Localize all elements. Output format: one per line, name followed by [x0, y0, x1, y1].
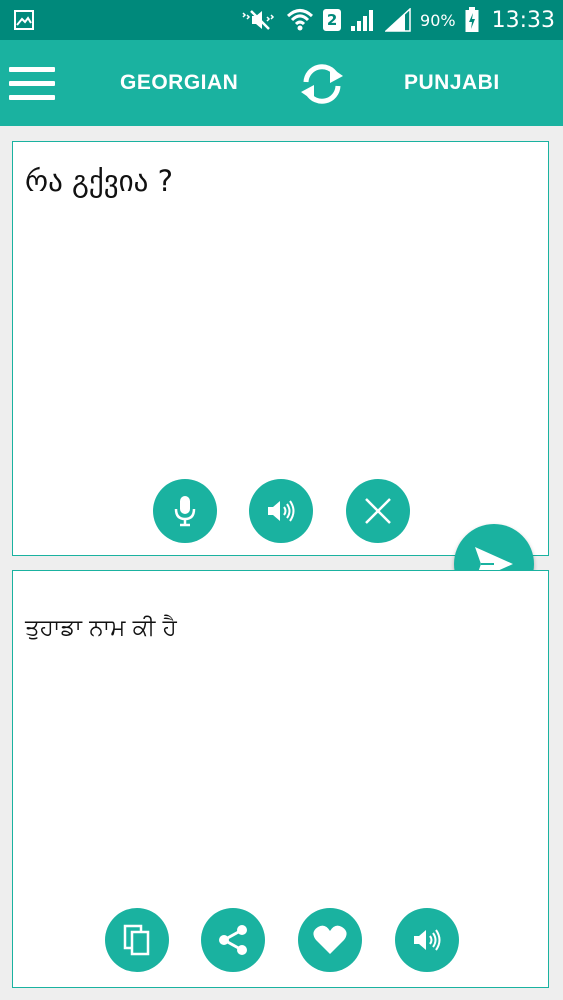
share-button[interactable]	[201, 908, 265, 972]
battery-charging-icon	[465, 7, 479, 32]
speak-input-button[interactable]	[249, 479, 313, 543]
microphone-button[interactable]	[153, 479, 217, 543]
speaker-icon	[414, 929, 441, 951]
target-language-button[interactable]: PUNJABI	[404, 71, 500, 95]
input-text[interactable]: რა გქვია ?	[25, 164, 173, 198]
output-panel: ਤੁਹਾਡਾ ਨਾਮ ਕੀ ਹੈ	[12, 570, 549, 988]
share-icon	[219, 925, 247, 955]
input-panel[interactable]: რა გქვია ?	[12, 141, 549, 556]
clear-icon	[365, 498, 391, 524]
mute-icon	[242, 10, 275, 30]
speaker-icon	[268, 500, 295, 522]
favorite-button[interactable]	[298, 908, 362, 972]
speak-output-button[interactable]	[395, 908, 459, 972]
signal-icon	[351, 10, 374, 31]
clear-button[interactable]	[346, 479, 410, 543]
menu-icon[interactable]	[9, 67, 55, 101]
output-text: ਤੁਹਾਡਾ ਨਾਮ ਕੀ ਹੈ	[25, 615, 177, 641]
source-language-button[interactable]: GEORGIAN	[120, 71, 238, 95]
wifi-icon	[287, 9, 314, 31]
copy-button[interactable]	[105, 908, 169, 972]
app-bar: GEORGIAN PUNJABI	[0, 40, 563, 126]
sim-2-icon: 2	[323, 9, 342, 31]
copy-icon	[123, 924, 150, 956]
status-bar: 2 90% 13:33	[0, 0, 563, 40]
favorite-icon	[313, 925, 347, 954]
microphone-icon	[174, 496, 196, 527]
gallery-icon	[14, 10, 34, 30]
signal-icon	[385, 8, 411, 32]
status-icons: 2 90% 13:33	[241, 0, 555, 40]
battery-percent: 90%	[420, 10, 456, 30]
swap-languages-icon[interactable]	[296, 58, 348, 110]
clock: 13:33	[491, 7, 555, 33]
